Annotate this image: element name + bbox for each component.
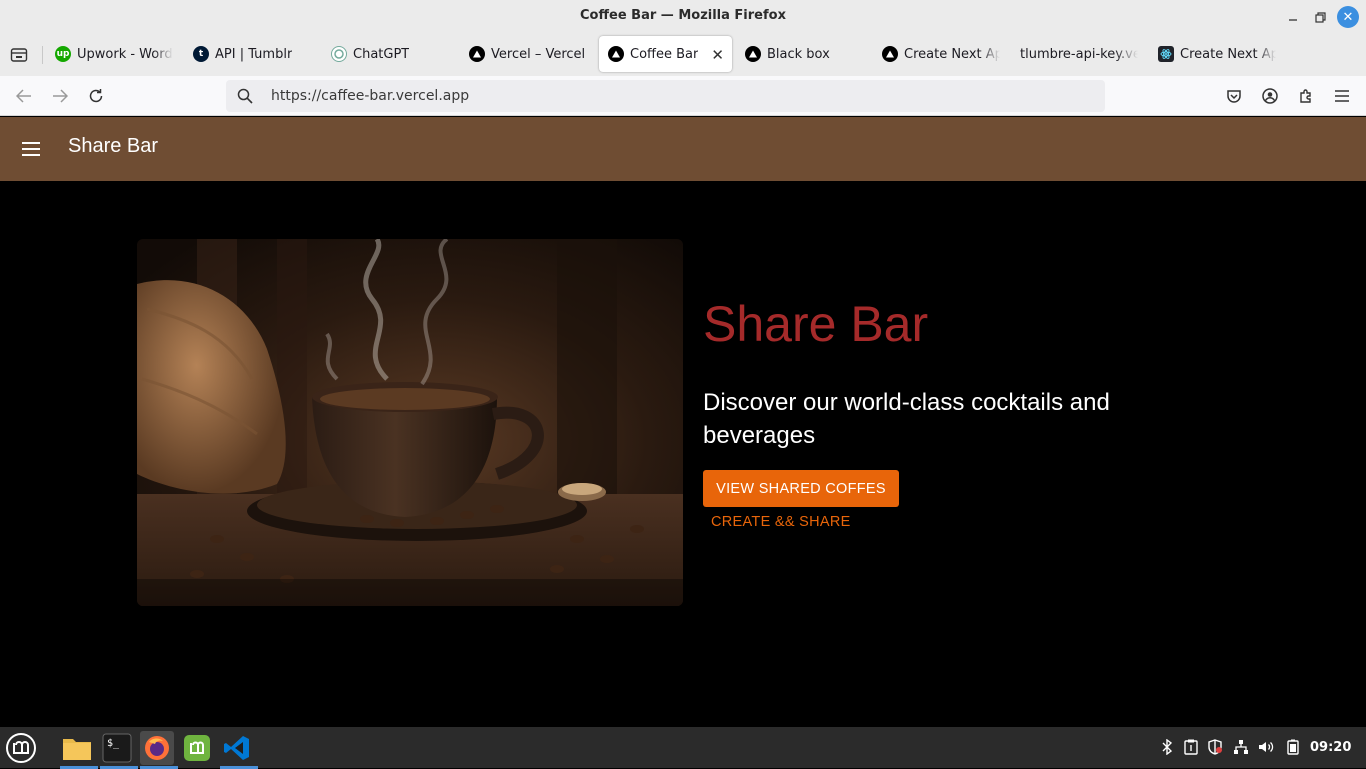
tab-upwork[interactable]: up Upwork - Wordp [55,36,173,72]
tab-label: ChatGPT [353,46,410,62]
back-icon[interactable] [14,86,34,106]
reload-icon[interactable] [86,86,106,106]
tab-separator [42,46,43,64]
maximize-icon[interactable] [1309,6,1331,28]
window-title: Coffee Bar — Mozilla Firefox [580,8,786,23]
tab-tumblr-api[interactable]: t API | Tumblr [193,36,308,72]
firefox-icon[interactable] [140,731,178,769]
close-tab-icon[interactable]: ✕ [711,46,724,64]
tab-chatgpt[interactable]: ChatGPT [331,36,451,72]
volume-icon[interactable] [1258,739,1274,755]
vercel-icon [469,46,485,62]
address-bar[interactable]: https://caffee-bar.vercel.app [226,80,1105,112]
app-brand: Share Bar [68,135,159,157]
terminal-icon[interactable]: $_ [100,731,138,769]
battery-icon[interactable] [1285,739,1301,755]
clipboard-icon[interactable] [1183,739,1199,755]
tab-label: Create Next App [904,46,1000,62]
tab-create-next-app[interactable]: Create Next App [882,36,1000,72]
hero-subtitle: Discover our world-class cocktails and b… [703,389,1110,449]
mintupdate-icon[interactable] [180,731,214,765]
hero-section: Share Bar Discover our world-class cockt… [0,181,1366,727]
coffee-cup-image [137,239,683,606]
tab-label: Coffee Bar [630,46,699,62]
network-icon[interactable] [1233,739,1249,755]
tab-vercel[interactable]: Vercel – Vercel [469,36,589,72]
tab-label: Create Next App [1180,46,1276,62]
tab-create-next-app-2[interactable]: Create Next App [1158,36,1276,72]
chatgpt-icon [331,46,347,62]
create-and-share-button[interactable]: CREATE && SHARE [711,514,851,530]
firefox-view-icon[interactable] [8,44,30,66]
svg-text:$_: $_ [107,738,120,749]
url-text: https://caffee-bar.vercel.app [271,88,470,104]
tab-black-box[interactable]: Black box [745,36,863,72]
tab-label: Vercel – Vercel [491,46,586,62]
tab-label: Black box [767,46,830,62]
minimize-icon[interactable] [1282,6,1304,28]
view-shared-coffees-button[interactable]: VIEW SHARED COFFES [703,470,899,507]
app-header: Share Bar [0,117,1366,181]
menu-icon[interactable] [22,139,42,159]
hero-title: Share Bar [703,296,929,352]
shield-icon[interactable] [1207,739,1223,755]
vscode-icon[interactable] [220,731,258,769]
vercel-icon [882,46,898,62]
upwork-icon: up [55,46,71,62]
extensions-icon[interactable] [1296,86,1316,106]
tab-tlumbre-api-key[interactable]: tlumbre-api-key.ver [1020,36,1138,72]
window-titlebar: Coffee Bar — Mozilla Firefox ✕ [0,0,1366,32]
tumblr-icon: t [193,46,209,62]
tab-label: Upwork - Wordp [77,46,173,62]
tab-label: tlumbre-api-key.ver [1020,46,1138,62]
pocket-icon[interactable] [1224,86,1244,106]
tab-strip: up Upwork - Wordp t API | Tumblr ChatGPT… [0,32,1366,96]
mint-menu-icon[interactable] [4,731,38,765]
forward-icon[interactable] [50,86,70,106]
files-icon[interactable] [60,731,98,769]
close-window-icon[interactable]: ✕ [1337,6,1359,28]
taskbar: $_ 09:20 [0,727,1366,769]
tab-coffee-bar[interactable]: Coffee Bar ✕ [599,36,732,72]
navigation-toolbar: https://caffee-bar.vercel.app [0,76,1366,116]
vercel-icon [745,46,761,62]
search-icon [237,88,253,108]
clock[interactable]: 09:20 [1310,740,1351,755]
bluetooth-icon[interactable] [1159,739,1175,755]
account-icon[interactable] [1260,86,1280,106]
hamburger-menu-icon[interactable] [1332,86,1352,106]
react-icon [1158,46,1174,62]
tab-label: API | Tumblr [215,46,293,62]
vercel-icon [608,46,624,62]
